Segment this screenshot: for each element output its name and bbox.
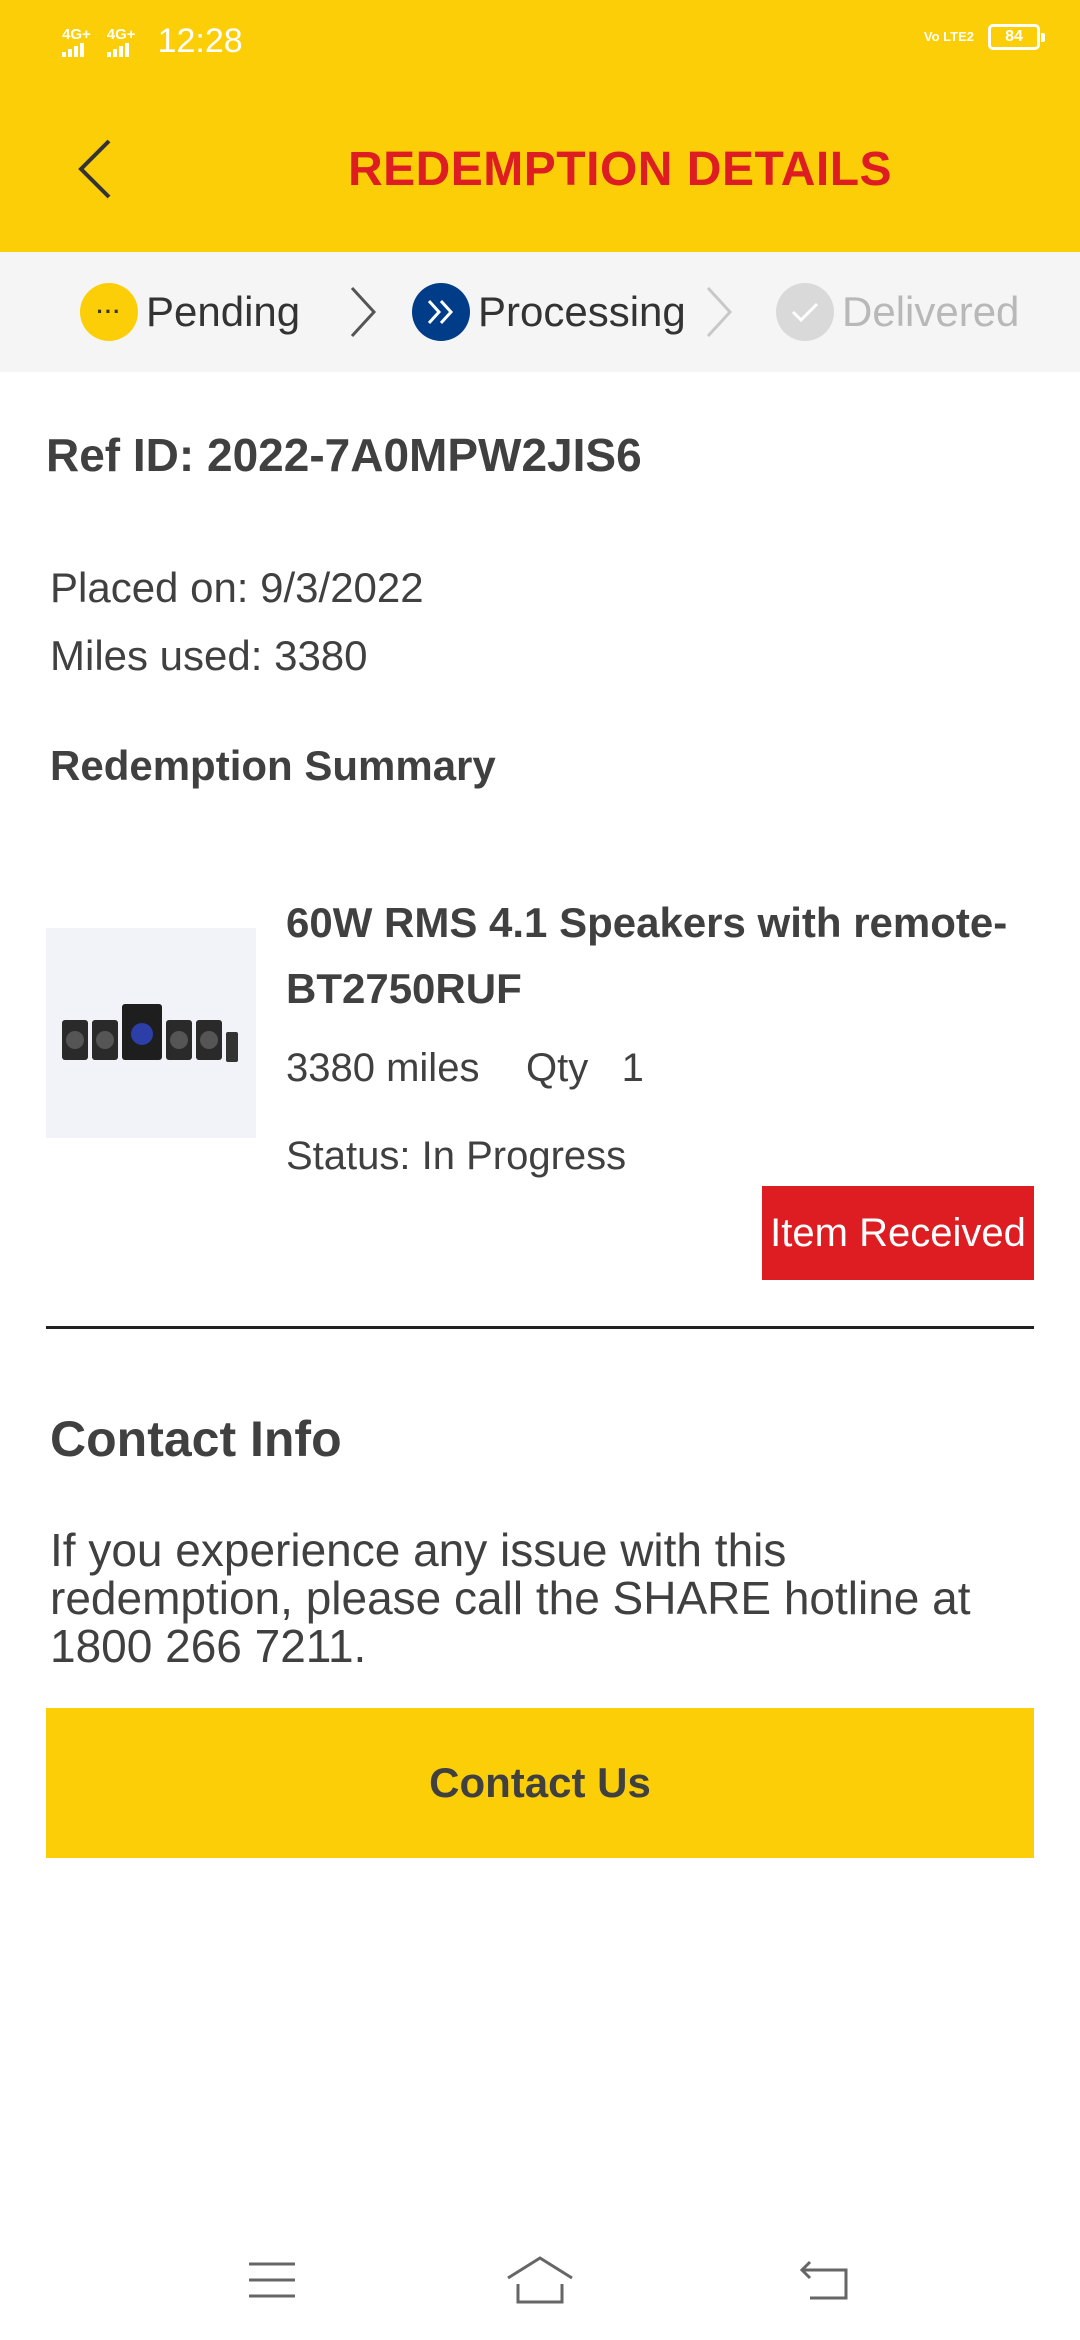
battery-icon: 84 [988,24,1045,50]
menu-icon [249,2262,295,2298]
status-left: 4G+ 4G+ 12:28 [62,22,243,61]
home-icon [507,2256,573,2304]
app-header: REDEMPTION DETAILS [0,84,1080,252]
chevron-right-icon [350,286,377,338]
step-label: Pending [146,288,301,335]
step-pending: ··· Pending [80,252,300,372]
summary-heading: Redemption Summary [50,742,496,789]
step-processing: Processing [412,252,686,372]
back-arrow-icon [799,2260,848,2300]
page-title: REDEMPTION DETAILS [347,143,893,196]
reference-id: Ref ID: 2022-7A0MPW2JIS6 [46,429,642,481]
placed-on: Placed on: 9/3/2022 [50,564,424,611]
product-image [46,928,256,1138]
check-icon [776,283,834,341]
step-delivered: Delivered [776,252,1019,372]
product-name: 60W RMS 4.1 Speakers with remote-BT2750R… [286,899,1008,1012]
status-bar: 4G+ 4G+ 12:28 Vo LTE2 84 [0,0,1080,84]
menu-button[interactable] [232,2240,312,2320]
order-progress-steps: ··· Pending Processing Delivered [0,252,1080,372]
divider [46,1326,1034,1329]
volte-indicator: Vo LTE2 [923,29,974,44]
chevron-right-icon [706,286,733,338]
miles-used: Miles used: 3380 [50,632,368,679]
product-qty: Qty 1 [526,1046,644,1090]
status-right: Vo LTE2 84 [923,24,1045,50]
item-received-button[interactable]: Item Received [762,1186,1034,1280]
clock: 12:28 [157,22,243,60]
step-label: Processing [478,288,686,335]
home-button[interactable] [500,2240,580,2320]
speaker-set-image [62,1004,238,1062]
contact-text: If you experience any issue with this re… [50,1524,971,1672]
signal-1-icon: 4G+ [62,26,91,57]
system-back-button[interactable] [784,2240,864,2320]
signal-2-icon: 4G+ [106,26,136,57]
step-label: Delivered [842,288,1020,335]
contact-heading: Contact Info [50,1411,342,1467]
more-dots-icon: ··· [80,283,138,341]
double-chevron-icon [412,283,470,341]
system-nav-bar [0,2220,1080,2340]
product-miles: 3380 miles [286,1046,480,1090]
battery-level: 84 [1005,28,1023,45]
product-status: Status: In Progress [286,1134,627,1178]
contact-us-button[interactable]: Contact Us [46,1708,1034,1858]
